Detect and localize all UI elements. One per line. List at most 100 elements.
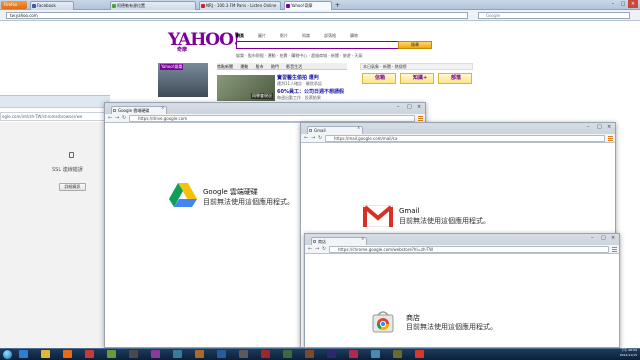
yahoo-banner-image[interactable]: Yahoo!娛樂 bbox=[158, 63, 208, 97]
app-icon-12[interactable] bbox=[349, 350, 358, 358]
tab-gmail[interactable]: Gmail bbox=[307, 126, 363, 134]
search-tab-images[interactable]: 圖片 bbox=[258, 33, 266, 39]
news-tab[interactable]: 股市 bbox=[256, 63, 264, 70]
ssl-window-frame bbox=[0, 96, 110, 108]
mail-quick-button[interactable]: 信箱 bbox=[362, 73, 396, 84]
back-icon[interactable]: ← bbox=[108, 114, 112, 122]
app-icon-2[interactable] bbox=[129, 350, 138, 358]
search-tab-knowledge[interactable]: 知識 bbox=[302, 33, 310, 39]
maximize-button[interactable]: □ bbox=[601, 235, 606, 241]
app-icon-9[interactable] bbox=[283, 350, 292, 358]
app-icon-7[interactable] bbox=[239, 350, 248, 358]
ie-icon[interactable] bbox=[19, 350, 28, 358]
tab-drive[interactable]: Google 雲端硬碟 bbox=[111, 106, 167, 114]
yahoo-search-button[interactable]: 搜尋 bbox=[398, 41, 432, 49]
tab-location[interactable]: 阿德勒有源位置 bbox=[110, 1, 196, 10]
tab-yahoo[interactable]: Yahoo!奇摩 bbox=[284, 1, 332, 10]
app-icon-5[interactable] bbox=[195, 350, 204, 358]
yahoo-icon bbox=[286, 4, 290, 8]
firefox-menu-button[interactable]: Firefox bbox=[1, 1, 27, 9]
address-bar[interactable]: https://chrome.google.com/webstore?hl=zh… bbox=[329, 246, 609, 253]
search-tab-blog[interactable]: 部落格 bbox=[324, 33, 336, 39]
menu-icon[interactable] bbox=[608, 136, 613, 141]
tab-store[interactable]: 商店 bbox=[311, 237, 367, 245]
knowledge-quick-button[interactable]: 知識+ bbox=[400, 73, 434, 84]
tab-nrj[interactable]: NRJ - 100.3 FM Paris - Listen Online bbox=[199, 1, 281, 10]
chrome-web-store-icon bbox=[372, 311, 394, 333]
yahoo-service-links[interactable]: 娛樂 · 股市財經 · 運動 · 拍賣 · 購物中心 · 超級商城 · 新聞 ·… bbox=[236, 53, 476, 59]
minimize-button[interactable]: – bbox=[591, 235, 594, 241]
close-button[interactable]: × bbox=[611, 235, 615, 241]
firefox-search-box[interactable]: Google bbox=[478, 12, 630, 19]
new-tab-button[interactable]: + bbox=[335, 2, 340, 9]
search-tab-video[interactable]: 影片 bbox=[280, 33, 288, 39]
nrj-icon bbox=[201, 4, 205, 8]
minimize-button[interactable]: – bbox=[397, 104, 400, 110]
explorer-icon[interactable] bbox=[41, 350, 50, 358]
app-icon-3[interactable] bbox=[151, 350, 160, 358]
address-bar[interactable]: https://drive.google.com bbox=[129, 115, 415, 122]
firefox-address-bar[interactable]: tw.yahoo.com bbox=[6, 12, 468, 19]
reload-icon[interactable]: ↻ bbox=[322, 245, 326, 253]
maximize-button[interactable]: □ bbox=[407, 104, 412, 110]
news-tab[interactable]: 運動 bbox=[240, 63, 248, 70]
app-icon-8[interactable] bbox=[261, 350, 270, 358]
app-icon-4[interactable] bbox=[173, 350, 182, 358]
tab-facebook[interactable]: Facebook bbox=[30, 1, 74, 10]
app-unavailable-message: 目前無法使用這個應用程式。 bbox=[399, 217, 490, 225]
app-name: Google 雲端硬碟 bbox=[203, 188, 258, 196]
firefox-icon[interactable] bbox=[63, 350, 72, 358]
close-button[interactable]: × bbox=[607, 124, 611, 130]
close-button[interactable]: × bbox=[417, 104, 421, 110]
app-icon-10[interactable] bbox=[305, 350, 314, 358]
back-icon[interactable]: ← bbox=[304, 134, 308, 142]
forward-icon[interactable]: → bbox=[315, 245, 319, 253]
yahoo-right-header: 本日氣象 · 新聞 · 熱搜榜 bbox=[360, 63, 473, 70]
tab-close-icon[interactable]: × bbox=[361, 236, 364, 241]
tab-close-icon[interactable]: × bbox=[357, 125, 360, 130]
news-item[interactable]: 60%員工：公司日週不想請假 每週出勤工作 · 投票結果 bbox=[277, 88, 344, 101]
app-icon-11[interactable] bbox=[327, 350, 336, 358]
search-tab-web[interactable]: 網頁 bbox=[236, 33, 244, 39]
document-icon bbox=[69, 152, 74, 158]
address-bar[interactable]: https://mail.google.com/mail/ca bbox=[325, 135, 605, 142]
details-button[interactable]: 詳細資訊 bbox=[59, 183, 86, 191]
reload-icon[interactable]: ↻ bbox=[122, 114, 126, 122]
facebook-icon bbox=[32, 4, 36, 8]
google-drive-icon bbox=[169, 183, 197, 207]
close-button[interactable]: × bbox=[628, 0, 638, 8]
back-icon[interactable]: ← bbox=[308, 245, 312, 253]
maximize-button[interactable]: □ bbox=[618, 0, 628, 8]
app-icon-13[interactable] bbox=[371, 350, 380, 358]
tab-label: Gmail bbox=[314, 128, 326, 133]
news-tab[interactable]: 焦點新聞 bbox=[217, 63, 233, 70]
page-icon bbox=[112, 4, 116, 8]
tab-close-icon[interactable]: × bbox=[161, 105, 164, 110]
menu-icon[interactable] bbox=[612, 247, 617, 252]
media-icon[interactable] bbox=[85, 350, 94, 358]
ssl-error-page bbox=[0, 122, 110, 348]
gmail-icon bbox=[363, 205, 393, 227]
reload-icon[interactable]: ↻ bbox=[318, 134, 322, 142]
minimize-button[interactable]: – bbox=[608, 0, 618, 8]
start-button[interactable] bbox=[2, 349, 13, 360]
app-icon-6[interactable] bbox=[217, 350, 226, 358]
ssl-address-bar[interactable]: ogle.com/intl/zh-TW/chrome/browser/we bbox=[0, 112, 110, 121]
search-tab-shopping[interactable]: 購物 bbox=[350, 33, 358, 39]
forward-icon[interactable]: → bbox=[115, 114, 119, 122]
banner-label: Yahoo!娛樂 bbox=[160, 64, 184, 70]
system-clock[interactable]: 下午 06:09 2012/11/15 bbox=[607, 348, 637, 358]
menu-icon[interactable] bbox=[418, 116, 423, 121]
maximize-button[interactable]: □ bbox=[597, 124, 602, 130]
news-tab[interactable]: 熱門 bbox=[271, 63, 279, 70]
app-icon-1[interactable] bbox=[107, 350, 116, 358]
app-icon-14[interactable] bbox=[393, 350, 402, 358]
tab-label: Facebook bbox=[37, 3, 56, 8]
news-tab[interactable]: 影音生活 bbox=[286, 63, 302, 70]
blog-quick-button[interactable]: 部落 bbox=[438, 73, 472, 84]
forward-icon[interactable]: → bbox=[311, 134, 315, 142]
minimize-button[interactable]: – bbox=[587, 124, 590, 130]
news-item[interactable]: 實習醫生偷拍 遭判 遭判11人確診 · 醫院承認 bbox=[277, 74, 322, 87]
news-image[interactable]: 同學會現況 bbox=[217, 75, 275, 101]
chrome-icon[interactable] bbox=[415, 350, 424, 358]
